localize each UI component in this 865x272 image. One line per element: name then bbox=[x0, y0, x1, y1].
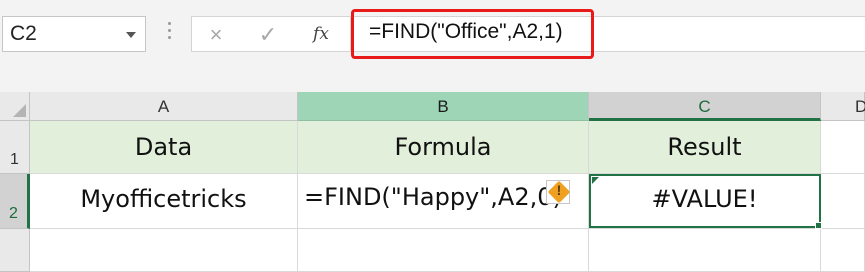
warning-mark: ! bbox=[556, 182, 562, 198]
chevron-down-icon[interactable] bbox=[126, 32, 136, 38]
cell-d2[interactable] bbox=[821, 174, 865, 229]
column-header-c[interactable]: C bbox=[589, 92, 821, 121]
fill-handle[interactable] bbox=[815, 222, 822, 229]
formula-highlight-box bbox=[351, 9, 594, 59]
error-checking-button[interactable]: ! bbox=[546, 180, 571, 204]
select-all-corner[interactable] bbox=[0, 92, 30, 121]
select-all-icon bbox=[13, 104, 26, 117]
cell-d1[interactable] bbox=[821, 121, 865, 174]
row-header-1[interactable]: 1 bbox=[0, 121, 30, 174]
name-box-value: C2 bbox=[10, 22, 37, 45]
column-header-b[interactable]: B bbox=[298, 92, 589, 121]
error-indicator-icon bbox=[592, 177, 599, 184]
active-cell-border bbox=[589, 174, 821, 228]
column-header-a[interactable]: A bbox=[30, 92, 298, 121]
formula-bar-grip-icon[interactable] bbox=[168, 22, 172, 46]
cell-d3[interactable] bbox=[821, 229, 865, 272]
row-header-3[interactable] bbox=[0, 229, 30, 272]
insert-function-icon[interactable]: fx bbox=[306, 21, 336, 48]
row-header-2[interactable]: 2 bbox=[0, 174, 30, 229]
cell-c1[interactable]: Result bbox=[589, 121, 821, 174]
name-box[interactable]: C2 bbox=[2, 16, 146, 52]
cancel-icon[interactable]: × bbox=[201, 21, 231, 48]
cell-b1[interactable]: Formula bbox=[298, 121, 589, 174]
formula-buttons: × ✓ fx bbox=[191, 16, 351, 52]
cell-c3[interactable] bbox=[589, 229, 821, 272]
column-header-d[interactable]: D bbox=[821, 92, 865, 121]
cell-a2[interactable]: Myofficetricks bbox=[30, 174, 298, 229]
enter-check-icon[interactable]: ✓ bbox=[253, 21, 283, 48]
cell-a1[interactable]: Data bbox=[30, 121, 298, 174]
cell-a3[interactable] bbox=[30, 229, 298, 272]
cell-b3[interactable] bbox=[298, 229, 589, 272]
